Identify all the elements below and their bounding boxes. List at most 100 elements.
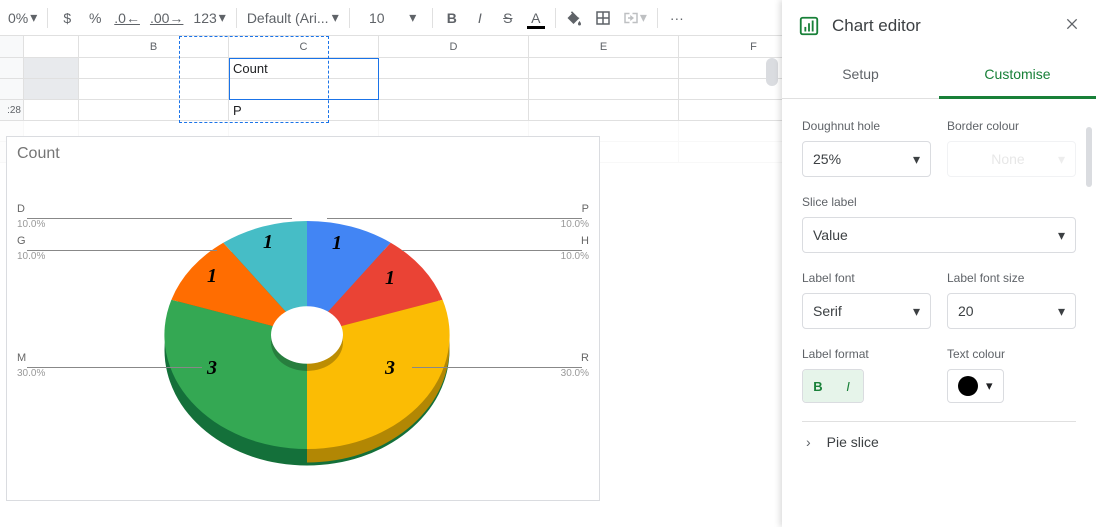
text-colour-select[interactable]: ▾ (947, 369, 1004, 403)
bold-toggle[interactable]: B (803, 370, 833, 402)
increase-decimal-button[interactable]: .00→ (146, 5, 187, 31)
chevron-down-icon: ▾ (986, 378, 993, 394)
sidebar-scrollbar[interactable] (1086, 127, 1092, 187)
paint-bucket-icon (566, 9, 584, 27)
more-button[interactable]: ··· (664, 5, 690, 31)
field-label: Text colour (947, 347, 1076, 361)
bold-button[interactable]: B (439, 5, 465, 31)
field-row: Slice label Value ▾ (802, 195, 1076, 253)
column-header[interactable]: C (229, 36, 379, 57)
cell[interactable] (529, 79, 679, 100)
label-font-select[interactable]: Serif ▾ (802, 293, 931, 329)
cell[interactable] (229, 79, 379, 100)
tab-customise[interactable]: Customise (939, 52, 1096, 99)
chart-icon (798, 15, 820, 37)
field-row: Label format B I Text colour ▾ (802, 347, 1076, 403)
cell[interactable] (379, 100, 529, 121)
text-color-button[interactable]: A (523, 5, 549, 31)
borders-button[interactable] (590, 5, 616, 31)
select-all[interactable] (0, 36, 24, 57)
chevron-down-icon: ▾ (1058, 151, 1065, 168)
close-button[interactable] (1064, 16, 1080, 37)
separator (657, 8, 658, 28)
font-size-label: 10 (369, 10, 385, 26)
leader-pct: 10.0% (561, 251, 589, 262)
more-formats-button[interactable]: 123 ▾ (189, 5, 229, 31)
cell[interactable] (379, 79, 529, 100)
leader-label: H (581, 235, 589, 247)
chevron-down-icon: ▾ (1058, 303, 1065, 320)
field-label: Border colour (947, 119, 1076, 133)
chevron-down-icon: ▾ (640, 9, 647, 26)
text-color-label: A (531, 10, 540, 26)
cell[interactable]: Count (229, 58, 379, 79)
field: Label font Serif ▾ (802, 271, 931, 329)
leader-pct: 10.0% (17, 251, 45, 262)
cell[interactable] (79, 100, 229, 121)
column-header[interactable]: E (529, 36, 679, 57)
color-bar (527, 26, 545, 29)
leader-label: M (17, 352, 26, 364)
zoom-value: 0% (8, 10, 28, 26)
row-header[interactable]: :28 (0, 100, 24, 121)
chart[interactable]: Count 1 1 3 (6, 136, 600, 501)
sidebar-tabs: Setup Customise (782, 52, 1096, 99)
merge-button[interactable]: ▾ (618, 5, 651, 31)
cell[interactable] (79, 58, 229, 79)
chevron-down-icon: ▾ (913, 151, 920, 168)
border-colour-select[interactable]: None ▾ (947, 141, 1076, 177)
fill-color-button[interactable] (562, 5, 588, 31)
cell[interactable]: P (229, 100, 379, 121)
sidebar-body: Doughnut hole 25% ▾ Border colour None ▾… (782, 99, 1096, 527)
strike-button[interactable]: S (495, 5, 521, 31)
merge-icon (622, 9, 640, 27)
leader-label: R (581, 352, 589, 364)
row-header[interactable] (0, 58, 24, 79)
borders-icon (594, 9, 612, 27)
cell[interactable] (24, 100, 79, 121)
row-header[interactable] (0, 79, 24, 100)
leader-line (27, 367, 202, 368)
doughnut-hole-select[interactable]: 25% ▾ (802, 141, 931, 177)
chart-title: Count (17, 145, 60, 163)
chevron-down-icon: ▾ (409, 9, 416, 26)
select-value: Serif (813, 303, 842, 319)
more-formats-label: 123 (193, 10, 216, 26)
tab-setup[interactable]: Setup (782, 52, 939, 98)
italic-button[interactable]: I (467, 5, 493, 31)
column-header[interactable]: D (379, 36, 529, 57)
cell[interactable] (24, 58, 79, 79)
cell[interactable] (529, 58, 679, 79)
column-header[interactable]: B (79, 36, 229, 57)
font-size-select[interactable]: 10 (356, 5, 398, 31)
leader-pct: 10.0% (561, 219, 589, 230)
separator (555, 8, 556, 28)
slice-label-select[interactable]: Value ▾ (802, 217, 1076, 253)
field-label: Slice label (802, 195, 1076, 209)
slice-label: 1 (207, 265, 217, 288)
font-size-dropdown[interactable]: ▾ (400, 5, 426, 31)
font-select[interactable]: Default (Ari... ▾ (243, 5, 343, 31)
field-label: Label font size (947, 271, 1076, 285)
cell[interactable] (24, 79, 79, 100)
currency-button[interactable]: $ (54, 5, 80, 31)
field-label: Label font (802, 271, 931, 285)
label-font-size-select[interactable]: 20 ▾ (947, 293, 1076, 329)
cell[interactable] (529, 100, 679, 121)
cell[interactable] (379, 58, 529, 79)
leader-line (402, 250, 582, 251)
cell[interactable] (79, 79, 229, 100)
chevron-down-icon: ▾ (30, 9, 37, 26)
pie-slice-accordion[interactable]: › Pie slice (802, 421, 1076, 461)
close-icon (1064, 16, 1080, 32)
percent-button[interactable]: % (82, 5, 108, 31)
italic-toggle[interactable]: I (833, 370, 863, 402)
decrease-decimal-button[interactable]: .0← (110, 5, 144, 31)
leader-line (327, 218, 582, 219)
leader-line (412, 367, 582, 368)
leader-label: P (582, 203, 589, 215)
column-header[interactable] (24, 36, 79, 57)
vertical-scrollbar[interactable] (766, 58, 778, 86)
zoom-select[interactable]: 0% ▾ (4, 5, 41, 31)
chevron-down-icon: ▾ (332, 9, 339, 26)
